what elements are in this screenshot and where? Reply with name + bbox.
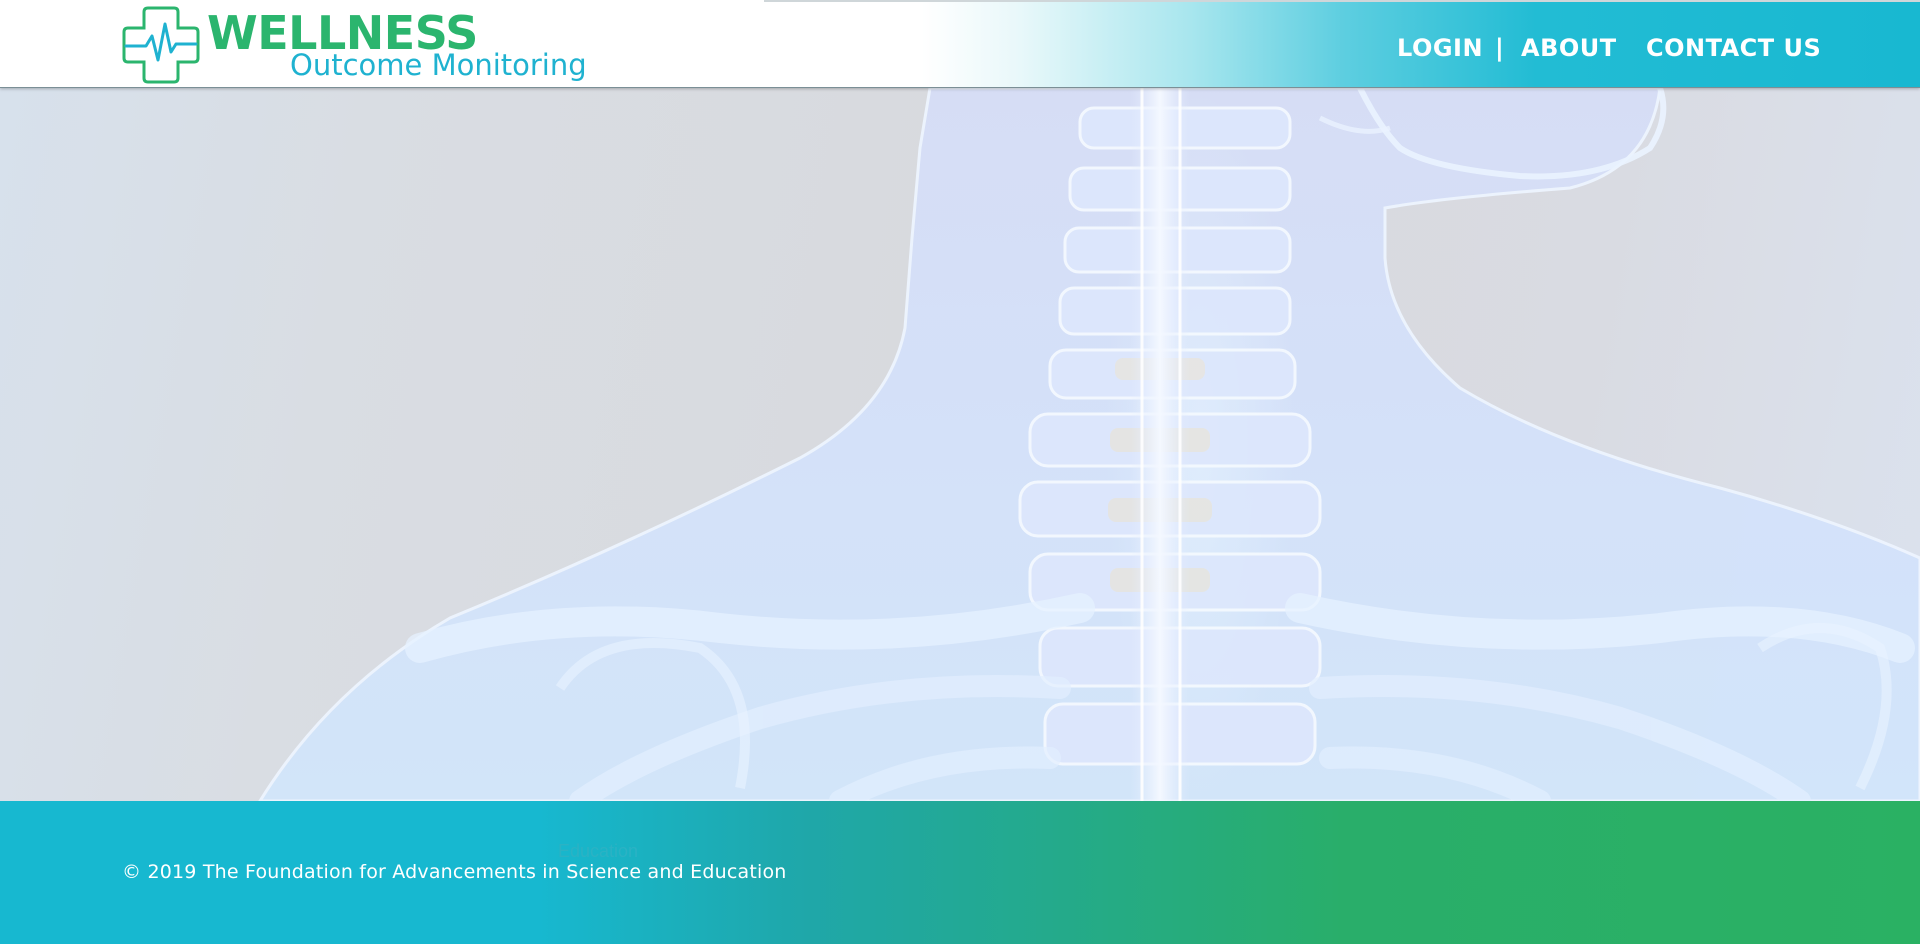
nav-contact-link[interactable]: CONTACT US bbox=[1646, 28, 1821, 68]
footer-copyright: © 2019 The Foundation for Advancements i… bbox=[122, 861, 787, 883]
medical-cross-heartbeat-icon bbox=[122, 6, 200, 84]
site-logo[interactable]: WELLNESS Outcome Monitoring bbox=[120, 6, 590, 84]
logo-subtitle: Outcome Monitoring bbox=[290, 48, 587, 82]
site-footer: Education © 2019 The Foundation for Adva… bbox=[0, 801, 1920, 944]
site-header: WELLNESS Outcome Monitoring LOGIN | ABOU… bbox=[0, 0, 1920, 88]
footer-ghost-text: Education bbox=[558, 841, 639, 861]
hero-banner bbox=[0, 88, 1920, 801]
skeleton-xray-image bbox=[258, 88, 1920, 801]
header-top-line bbox=[764, 0, 1920, 2]
nav-about-link[interactable]: ABOUT bbox=[1521, 28, 1617, 68]
nav-login-link[interactable]: LOGIN bbox=[1397, 28, 1483, 68]
nav-separator: | bbox=[1495, 34, 1505, 62]
